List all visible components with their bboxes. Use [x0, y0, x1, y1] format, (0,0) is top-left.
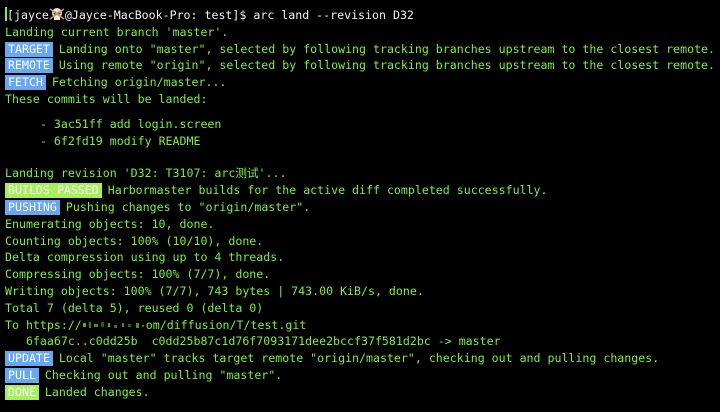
output-text: Using remote "origin", selected by follo… [58, 58, 716, 73]
url-suffix: om/diffusion/T/test.git [145, 317, 307, 332]
output-text: Landing onto "master", selected by follo… [58, 41, 716, 56]
commit-item: - 3ac51ff add login.screen [5, 116, 720, 133]
prompt-line: [jayce @Jayce-MacBook-Pro: test]$ arc lan… [5, 7, 720, 24]
output-line: PUSHING Pushing changes to "origin/master… [5, 199, 720, 216]
prompt-host: @Jayce-MacBook-Pro: test]$ [64, 8, 254, 22]
output-text: Local "master" tracks target remote "ori… [58, 351, 660, 366]
output-line: DONE Landed changes. [5, 384, 720, 401]
update-badge: UPDATE [5, 351, 53, 367]
output-line: To https:// om/diffusion/T/test.git [5, 317, 720, 334]
pushing-badge: PUSHING [5, 199, 60, 215]
output-line: BUILDS PASSED Harbormaster builds for the… [5, 182, 720, 199]
done-badge: DONE [5, 384, 39, 400]
output-line: Landing revision 'D32: T3107: arc测试'... [5, 166, 287, 181]
output-line: Enumerating objects: 10, done. [5, 216, 215, 231]
commit-text: - 6f2fd19 modify README [25, 133, 201, 148]
redacted-host [82, 321, 144, 328]
output-text: Pushing changes to "origin/master". [65, 199, 311, 214]
output-text: Fetching origin/master... [51, 75, 227, 90]
remote-badge: REMOTE [5, 58, 53, 74]
output-line: PULL Checking out and pulling "master". [5, 367, 720, 384]
fetch-badge: FETCH [5, 75, 46, 91]
builds-passed-badge: BUILDS PASSED [5, 183, 102, 199]
output-line: UPDATE Local "master" tracks target remot… [5, 350, 720, 367]
target-badge: TARGET [5, 41, 53, 57]
output-line: Writing objects: 100% (7/7), 743 bytes |… [5, 283, 424, 298]
output-line: These commits will be landed: [5, 91, 208, 106]
skull-icon [49, 8, 65, 20]
output-text: Checking out and pulling "master". [44, 367, 283, 382]
terminal-window[interactable]: [jayce @Jayce-MacBook-Pro: test]$ arc lan… [0, 0, 720, 412]
output-line: FETCH Fetching origin/master... [5, 74, 720, 91]
output-line: Delta compression using up to 4 threads. [5, 250, 285, 265]
prompt-command: arc land --revision D32 [253, 8, 414, 22]
output-line: TARGET Landing onto "master", selected by… [5, 41, 720, 58]
commit-text: - 3ac51ff add login.screen [25, 116, 222, 131]
output-text: Harbormaster builds for the active diff … [107, 183, 548, 198]
output-line: Compressing objects: 100% (7/7), done. [5, 267, 271, 282]
output-line: Landing current branch 'master'. [5, 24, 229, 39]
prompt-user: [jayce [7, 8, 49, 22]
output-line: 6faa67c..c0dd25b c0dd25b87c1d76f7093171d… [5, 334, 501, 349]
url-prefix: To https:// [5, 317, 82, 332]
commit-item: - 6f2fd19 modify README [5, 133, 720, 150]
pull-badge: PULL [5, 367, 39, 383]
output-line: Counting objects: 100% (10/10), done. [5, 233, 264, 248]
output-text: Landed changes. [44, 384, 150, 399]
output-line: REMOTE Using remote "origin", selected by… [5, 57, 720, 74]
output-line: Total 7 (delta 5), reused 0 (delta 0) [5, 300, 264, 315]
